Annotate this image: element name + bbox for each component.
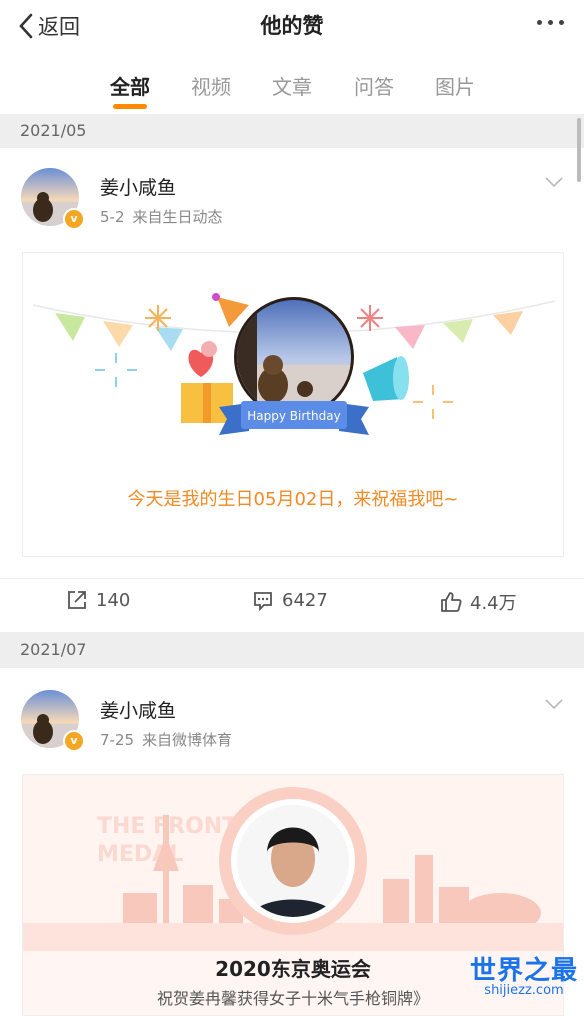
post-actions: 140 6427 4.4万 [0,578,584,623]
share-icon [68,591,86,609]
section-date: 2021/07 [20,640,87,659]
tab-bar: 全部 视频 文章 问答 图片 [0,56,584,112]
post-date: 7-25 [100,731,135,749]
scrollbar[interactable] [577,118,581,182]
tab-video[interactable]: 视频 [176,71,246,100]
thumbs-up-icon [441,592,462,612]
watermark-site: shijiezz.com [484,983,564,998]
tab-article[interactable]: 文章 [257,71,327,100]
like-count: 4.4万 [470,593,517,614]
post-source: 来自微博体育 [142,731,233,749]
like-button[interactable]: 4.4万 [440,589,517,615]
chevron-down-icon[interactable] [544,176,564,188]
section-header: 2021/07 [0,632,584,668]
section-date: 2021/05 [20,121,87,140]
tab-qa[interactable]: 问答 [339,71,409,100]
share-count: 140 [96,589,131,611]
chevron-down-icon[interactable] [544,698,564,710]
tab-all[interactable]: 全部 [95,71,165,100]
page-title: 他的赞 [260,14,324,38]
more-icon[interactable] [537,20,564,25]
ribbon-text: Happy Birthday [247,409,340,423]
watermark: 世界之最 shijiezz.com [470,950,578,998]
comment-icon [254,592,272,611]
verified-badge-icon: v [63,208,85,230]
comment-button[interactable]: 6427 [252,589,328,611]
watermark-title: 世界之最 [469,956,578,986]
top-bar: 返回 他的赞 [0,0,584,52]
active-tab-indicator [113,104,147,109]
birthday-card[interactable]: Happy Birthday 今天是我的生日05月02日，来祝福我吧~ [22,252,564,557]
section-header: 2021/05 [0,114,584,148]
username[interactable]: 姜小咸鱼 [100,173,176,200]
birthday-illustration: Happy Birthday [32,293,556,435]
tab-images[interactable]: 图片 [420,71,490,100]
post-source: 来自生日动态 [132,208,223,226]
username[interactable]: 姜小咸鱼 [100,696,176,723]
post-meta: 7-25 来自微博体育 [100,729,232,750]
post-meta: 5-2 来自生日动态 [100,206,223,227]
post-date: 5-2 [100,208,125,226]
comment-count: 6427 [282,589,328,611]
olympics-illustration: THE FRONT MEDAL [23,775,563,951]
birthday-message: 今天是我的生日05月02日，来祝福我吧~ [127,489,459,510]
share-button[interactable]: 140 [66,589,130,611]
verified-badge-icon: v [63,730,85,752]
